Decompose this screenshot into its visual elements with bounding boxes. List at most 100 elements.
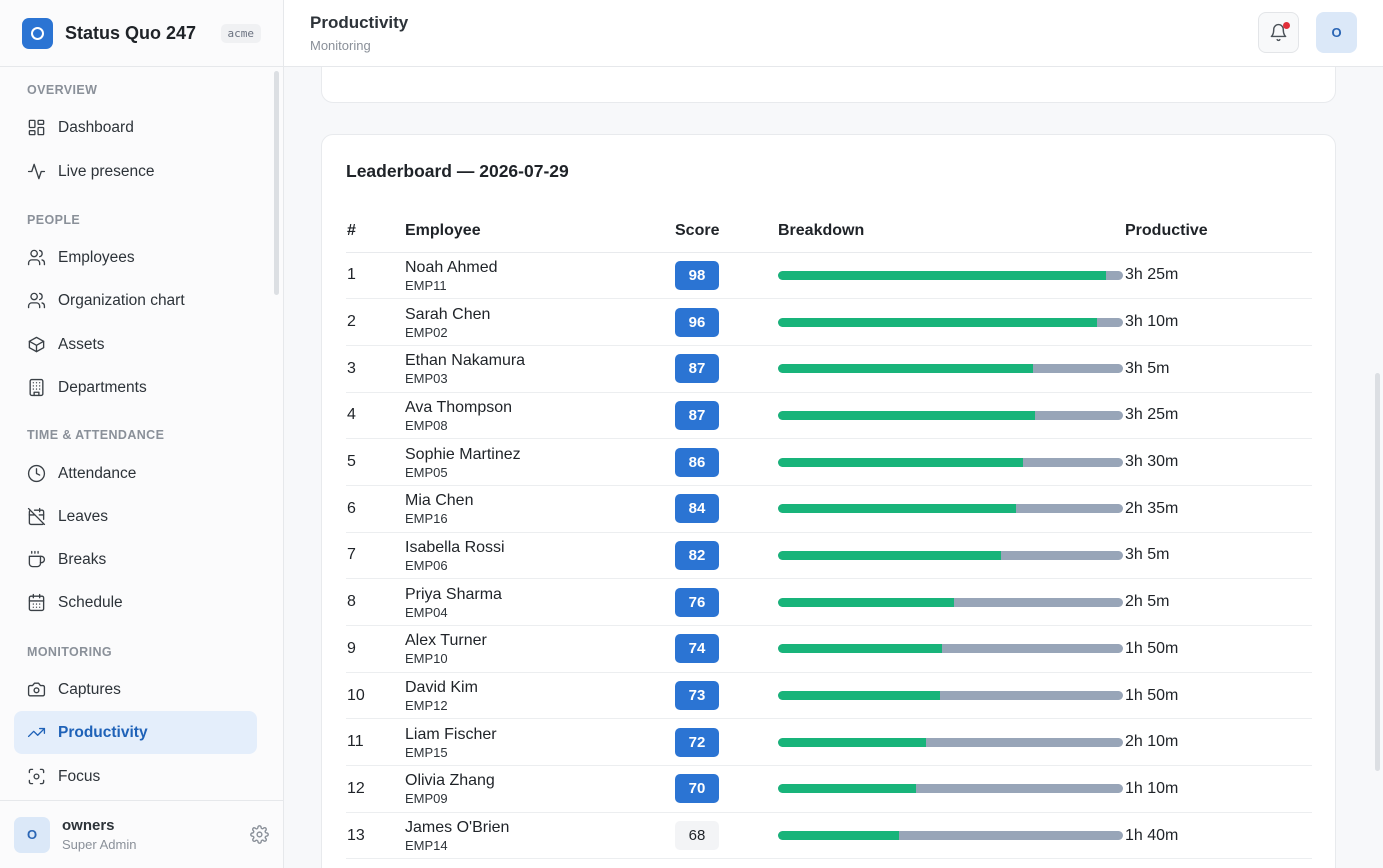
sidebar-item-label: Focus (58, 767, 101, 785)
employee-name[interactable]: Mia Chen (405, 491, 675, 510)
employee-name[interactable]: Olivia Zhang (405, 771, 675, 790)
productive-cell: 1h 40m (1125, 812, 1312, 860)
sidebar-item-focus[interactable]: Focus (14, 755, 257, 798)
table-row[interactable]: 8 Priya Sharma EMP04 76 2h 5m (346, 578, 1312, 626)
productive-cell: 3h 5m (1125, 532, 1312, 580)
sidebar-item-dashboard[interactable]: Dashboard (14, 106, 257, 149)
sidebar-item-assets[interactable]: Assets (14, 323, 257, 366)
sidebar-item-label: Departments (58, 378, 147, 396)
productive-cell: 3h 10m (1125, 298, 1312, 346)
breakdown-cell (778, 578, 1125, 626)
leaderboard-card: Leaderboard — 2026-07-29 # Employee Scor… (321, 134, 1336, 868)
app-name: Status Quo 247 (65, 22, 197, 43)
employee-name[interactable]: James O'Brien (405, 818, 675, 837)
productive-fill (778, 831, 899, 841)
score-cell: 70 (675, 765, 778, 813)
sidebar-item-departments[interactable]: Departments (14, 366, 257, 409)
main-content: Leaderboard — 2026-07-29 # Employee Scor… (284, 67, 1383, 868)
page-title: Productivity (310, 13, 409, 32)
table-row[interactable]: 13 James O'Brien EMP14 68 1h 40m (346, 812, 1312, 860)
breakdown-bar (778, 831, 1123, 841)
activity-icon (27, 163, 46, 180)
employee-name[interactable]: Alex Turner (405, 631, 675, 650)
employee-name[interactable]: Isabella Rossi (405, 538, 675, 557)
score-badge: 73 (675, 681, 719, 711)
breakdown-cell (778, 438, 1125, 486)
table-row[interactable]: 6 Mia Chen EMP16 84 2h 35m (346, 485, 1312, 533)
breakdown-bar (778, 410, 1123, 420)
sidebar-item-captures[interactable]: Captures (14, 668, 257, 711)
rank-cell: 9 (346, 625, 405, 673)
sidebar-item-breaks[interactable]: Breaks (14, 538, 257, 581)
breakdown-cell (778, 252, 1125, 300)
productive-cell: 3h 30m (1125, 438, 1312, 486)
employee-cell: Sophie Martinez EMP05 (405, 438, 675, 486)
breakdown-cell (778, 765, 1125, 813)
employee-name[interactable]: Liam Fischer (405, 725, 675, 744)
sidebar-item-live-presence[interactable]: Live presence (14, 150, 257, 193)
table-row[interactable]: 10 David Kim EMP12 73 1h 50m (346, 672, 1312, 720)
column-breakdown: Breakdown (778, 210, 1125, 253)
table-row[interactable]: 11 Liam Fischer EMP15 72 2h 10m (346, 718, 1312, 767)
productive-fill (778, 410, 1036, 420)
user-avatar[interactable]: O (14, 816, 50, 853)
employee-id: EMP10 (405, 651, 448, 667)
gear-icon[interactable] (250, 825, 269, 844)
employee-name[interactable]: Noah Ahmed (405, 258, 675, 277)
sidebar-item-schedule[interactable]: Schedule (14, 581, 257, 624)
clock-icon (27, 464, 46, 483)
employee-name[interactable]: David Kim (405, 678, 675, 697)
notifications-button[interactable] (1258, 12, 1299, 53)
employee-name[interactable]: Sarah Chen (405, 305, 675, 324)
table-row[interactable]: 2 Sarah Chen EMP02 96 3h 10m (346, 298, 1312, 346)
score-cell: 68 (675, 812, 778, 860)
table-row[interactable]: 1 Noah Ahmed EMP11 98 3h 25m (346, 252, 1312, 300)
sidebar-item-attendance[interactable]: Attendance (14, 452, 257, 495)
employee-name[interactable]: Priya Sharma (405, 585, 675, 604)
table-row[interactable]: 3 Ethan Nakamura EMP03 87 3h 5m (346, 345, 1312, 393)
table-row[interactable]: 5 Sophie Martinez EMP05 86 3h 30m (346, 438, 1312, 486)
calendar-off-icon (27, 507, 46, 526)
employee-id: EMP08 (405, 417, 448, 433)
notification-dot (1283, 22, 1290, 29)
score-badge: 86 (675, 447, 719, 477)
breakdown-cell (778, 298, 1125, 346)
score-cell: 96 (675, 298, 778, 346)
productive-fill (778, 504, 1017, 514)
sidebar-scrollbar[interactable] (274, 71, 279, 295)
breakdown-bar (778, 364, 1123, 374)
score-badge: 96 (675, 307, 719, 337)
table-row[interactable]: 7 Isabella Rossi EMP06 82 3h 5m (346, 532, 1312, 580)
employee-cell: Ava Thompson EMP08 (405, 392, 675, 440)
employee-cell: James O'Brien EMP14 (405, 812, 675, 860)
breakdown-cell (778, 392, 1125, 440)
tenant-badge: acme (220, 23, 261, 43)
rank-cell: 8 (346, 578, 405, 626)
rank-cell: 7 (346, 532, 405, 580)
sidebar-item-productivity[interactable]: Productivity (14, 711, 257, 754)
box-icon (28, 336, 45, 353)
header-avatar[interactable]: O (1316, 12, 1357, 53)
user-name: owners (62, 817, 115, 834)
employee-name[interactable]: Ethan Nakamura (405, 351, 675, 370)
productive-fill (778, 270, 1106, 280)
breakdown-cell (778, 672, 1125, 720)
score-badge: 82 (675, 540, 719, 570)
sidebar-item-organization-chart[interactable]: Organization chart (14, 279, 257, 322)
employee-name[interactable]: Sophie Martinez (405, 445, 675, 464)
table-row[interactable]: 9 Alex Turner EMP10 74 1h 50m (346, 625, 1312, 673)
table-row[interactable]: 12 Olivia Zhang EMP09 70 1h 10m (346, 765, 1312, 813)
employee-id: EMP12 (405, 698, 448, 714)
users-icon (27, 249, 46, 266)
user-menu[interactable]: O owners Super Admin (0, 800, 283, 868)
main-scrollbar[interactable] (1375, 373, 1380, 771)
score-badge: 70 (675, 774, 719, 804)
employee-name[interactable]: Ava Thompson (405, 398, 675, 417)
sidebar-item-employees[interactable]: Employees (14, 236, 257, 279)
score-badge: 68 (675, 821, 719, 851)
employee-id: EMP09 (405, 791, 448, 807)
table-row[interactable]: 4 Ava Thompson EMP08 87 3h 25m (346, 392, 1312, 440)
productive-fill (778, 457, 1023, 467)
sidebar-item-leaves[interactable]: Leaves (14, 495, 257, 538)
nav-section-title: OVERVIEW (27, 83, 98, 97)
